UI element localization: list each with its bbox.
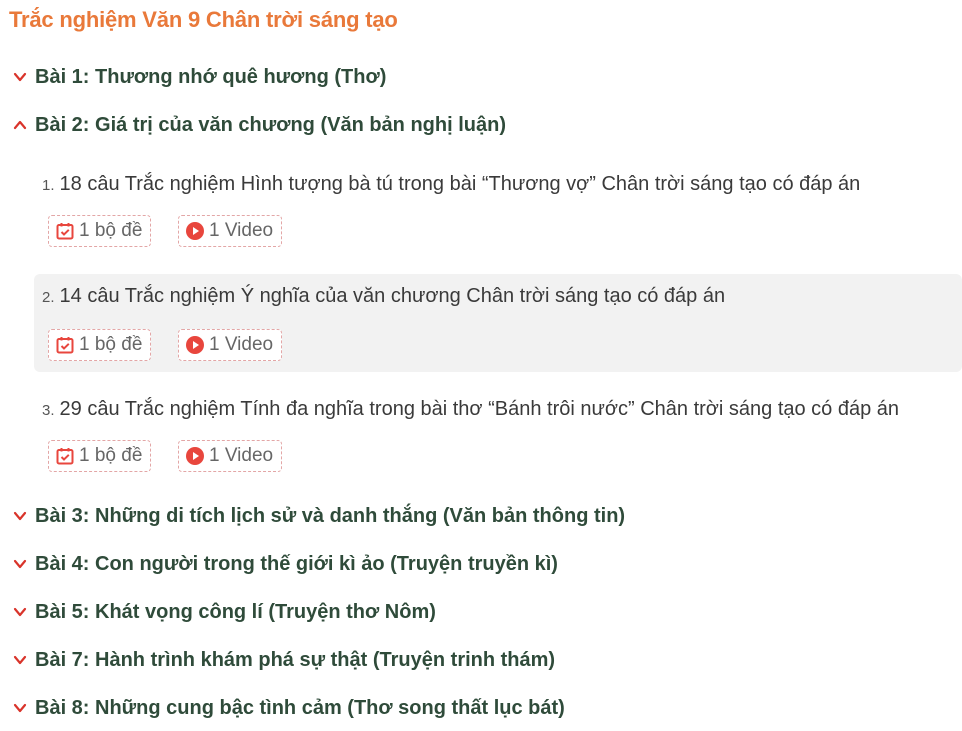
chevron-down-icon [12, 69, 28, 85]
exam-chip[interactable]: 1 bộ đề [48, 329, 152, 361]
exam-count: 1 bộ đề [79, 220, 143, 241]
play-circle-icon [185, 446, 205, 466]
lesson-item-8[interactable]: Bài 8: Những cung bậc tình cảm (Thơ song… [12, 693, 565, 723]
sub-item-number: 1. [42, 177, 55, 194]
play-circle-icon [185, 335, 205, 355]
exam-chip[interactable]: 1 bộ đề [48, 215, 152, 247]
exam-chip[interactable]: 1 bộ đề [48, 440, 152, 472]
video-chip[interactable]: 1 Video [178, 440, 283, 472]
sub-item-link[interactable]: 14 câu Trắc nghiệm Ý nghĩa của văn chươn… [60, 285, 726, 308]
lesson-label: Bài 4: Con người trong thế giới kì ảo (T… [35, 552, 558, 575]
exam-count: 1 bộ đề [79, 445, 143, 466]
calendar-check-icon [55, 335, 75, 355]
lesson-item-4[interactable]: Bài 4: Con người trong thế giới kì ảo (T… [12, 549, 558, 579]
chevron-down-icon [12, 700, 28, 716]
sub-item-number: 2. [42, 289, 55, 306]
chevron-down-icon [12, 508, 28, 524]
video-count: 1 Video [209, 334, 274, 355]
lesson-label: Bài 3: Những di tích lịch sử và danh thắ… [35, 504, 626, 527]
video-count: 1 Video [209, 220, 274, 241]
video-count: 1 Video [209, 445, 274, 466]
play-circle-icon [185, 221, 205, 241]
lesson-item-1[interactable]: Bài 1: Thương nhớ quê hương (Thơ) [12, 62, 386, 92]
lesson-label: Bài 7: Hành trình khám phá sự thật (Truy… [35, 648, 556, 671]
page-title: Trắc nghiệm Văn 9 Chân trời sáng tạo [9, 7, 398, 32]
list-item: 2. 14 câu Trắc nghiệm Ý nghĩa của văn ch… [34, 274, 962, 372]
chevron-down-icon [12, 652, 28, 668]
sub-item-title[interactable]: 3. 29 câu Trắc nghiệm Tính đa nghĩa tron… [42, 398, 899, 424]
chevron-down-icon [12, 604, 28, 620]
chevron-down-icon [12, 556, 28, 572]
video-chip[interactable]: 1 Video [178, 215, 283, 247]
lesson-item-7[interactable]: Bài 7: Hành trình khám phá sự thật (Truy… [12, 645, 555, 675]
exam-count: 1 bộ đề [79, 334, 143, 355]
lesson-label: Bài 8: Những cung bậc tình cảm (Thơ song… [35, 696, 565, 719]
sub-item-title[interactable]: 2. 14 câu Trắc nghiệm Ý nghĩa của văn ch… [42, 285, 725, 311]
calendar-check-icon [55, 446, 75, 466]
video-chip[interactable]: 1 Video [178, 329, 283, 361]
lesson-item-2[interactable]: Bài 2: Giá trị của văn chương (Văn bản n… [12, 110, 506, 140]
list-item: 3. 29 câu Trắc nghiệm Tính đa nghĩa tron… [34, 398, 962, 496]
sub-item-link[interactable]: 29 câu Trắc nghiệm Tính đa nghĩa trong b… [60, 398, 900, 421]
lesson-label: Bài 2: Giá trị của văn chương (Văn bản n… [35, 113, 506, 136]
calendar-check-icon [55, 221, 75, 241]
lesson-label: Bài 1: Thương nhớ quê hương (Thơ) [35, 65, 387, 88]
lesson-item-5[interactable]: Bài 5: Khát vọng công lí (Truyện thơ Nôm… [12, 597, 436, 627]
list-item: 1. 18 câu Trắc nghiệm Hình tượng bà tú t… [34, 173, 962, 271]
sub-item-number: 3. [42, 402, 55, 419]
sub-item-link[interactable]: 18 câu Trắc nghiệm Hình tượng bà tú tron… [60, 173, 861, 196]
lesson-label: Bài 5: Khát vọng công lí (Truyện thơ Nôm… [35, 600, 436, 623]
chevron-up-icon [12, 117, 28, 133]
sub-item-title[interactable]: 1. 18 câu Trắc nghiệm Hình tượng bà tú t… [42, 173, 860, 199]
lesson-item-3[interactable]: Bài 3: Những di tích lịch sử và danh thắ… [12, 501, 625, 531]
